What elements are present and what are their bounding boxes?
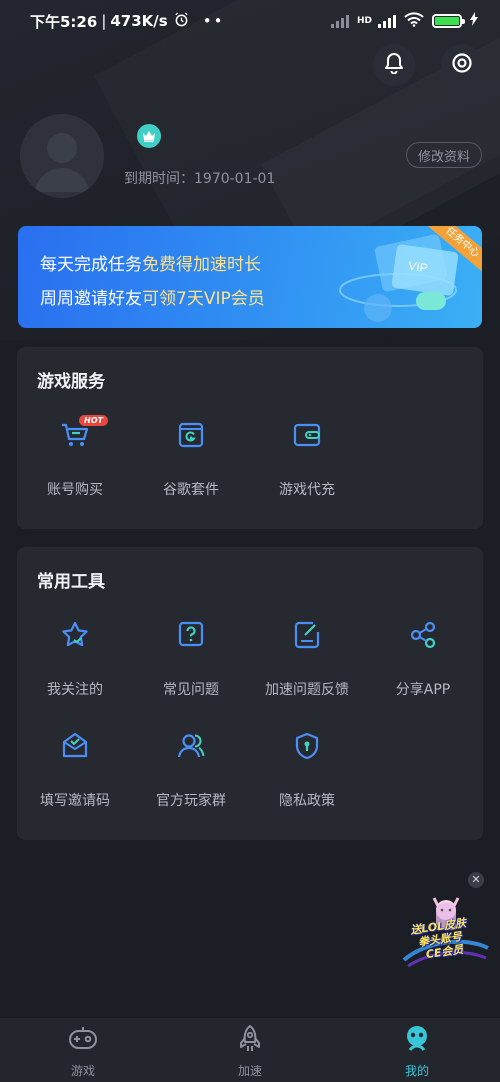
group-icon [176,731,206,765]
wallet-icon [292,422,322,452]
banner-line-1: 每天完成任务免费得加速时长 [40,250,261,275]
google-suite-icon [177,421,205,453]
common-tools-card: 常用工具 我关注的 常见问题 加速问题反馈 分享APP 填写邀请码 官方玩家群 … [17,547,483,840]
my-follows-label: 我关注的 [47,682,103,698]
invite-code-item[interactable]: 填写邀请码 [17,732,133,810]
nav-games-label: 游戏 [70,1064,95,1078]
banner-line-1-highlight: 免费得加速时长 [142,255,261,275]
feedback-item[interactable]: 加速问题反馈 [249,621,365,699]
network-speed: 473K/s [110,12,168,30]
game-recharge-item[interactable]: 游戏代充 [249,421,365,499]
status-bar: 下午5:26 | 473K/s •• HD [0,0,500,42]
expire-date: 到期时间：1970-01-01 [124,171,276,187]
account-purchase-label: 账号购买 [47,482,103,498]
nav-accelerate-label: 加速 [237,1064,262,1078]
question-icon [177,620,205,654]
profile-icon [401,1024,433,1058]
target-icon [451,52,473,78]
hd-icon: HD [356,16,372,26]
feedback-label: 加速问题反馈 [265,682,349,698]
nav-accelerate[interactable]: 加速 [210,1024,290,1079]
game-services-title: 游戏服务 [37,372,105,392]
nav-games[interactable]: 游戏 [43,1024,123,1079]
avatar[interactable] [20,114,104,198]
edit-profile-button[interactable]: 修改资料 [406,142,482,168]
wifi-icon [404,11,424,31]
hot-badge: HOT [79,415,108,426]
alarm-icon [174,11,189,31]
bell-icon [384,52,404,78]
share-app-label: 分享APP [395,682,451,698]
star-icon [60,620,90,654]
share-icon [408,620,438,654]
charging-icon [470,12,478,30]
default-avatar-icon [34,133,90,192]
signal-icon-sim1 [330,14,349,28]
game-services-card: 游戏服务 HOT 账号购买 谷歌套件 游戏代充 [17,347,483,529]
promo-close-button[interactable]: ✕ [468,872,484,888]
floating-promo[interactable]: ✕ 送LOL皮肤 拳头账号 CE会员 [398,870,494,970]
crown-icon [142,127,156,146]
gamepad-icon [67,1024,99,1058]
status-time: 下午5:26 [30,12,98,31]
google-suite-label: 谷歌套件 [163,482,219,498]
faq-label: 常见问题 [163,682,219,698]
vip-illustration-text: VIP [407,259,428,276]
account-purchase-item[interactable]: HOT 账号购买 [17,415,133,499]
battery-icon [432,14,465,28]
feedback-icon [293,620,321,654]
settings-button[interactable] [441,44,483,86]
promo-text: 送LOL皮肤 拳头账号 CE会员 [410,916,471,962]
banner-line-2: 周周邀请好友可领7天VIP会员 [40,284,265,309]
nav-mine-label: 我的 [404,1064,429,1078]
faq-item[interactable]: 常见问题 [133,621,249,699]
status-separator: | [101,12,107,30]
bottom-nav: 游戏 加速 我的 [0,1018,500,1082]
signal-icon-sim2 [378,14,396,28]
privacy-shield-icon [293,731,321,765]
banner-line-1-prefix: 每天完成任务 [40,255,142,275]
notification-button[interactable] [373,44,415,86]
nav-mine[interactable]: 我的 [377,1024,457,1079]
invite-code-label: 填写邀请码 [40,793,110,809]
game-recharge-label: 游戏代充 [279,482,335,498]
privacy-policy-label: 隐私政策 [279,793,335,809]
vip-badge [137,124,161,148]
player-group-label: 官方玩家群 [156,793,226,809]
google-suite-item[interactable]: 谷歌套件 [133,421,249,499]
common-tools-title: 常用工具 [37,572,105,592]
more-notifications-icon: •• [202,12,225,30]
invite-mail-icon [60,731,90,765]
privacy-policy-item[interactable]: 隐私政策 [249,732,365,810]
vip-card-illustration: VIP [338,232,468,328]
banner-line-2-prefix: 周周邀请好友 [40,289,142,309]
share-app-item[interactable]: 分享APP [365,621,481,699]
banner-line-2-highlight: 可领7天VIP会员 [142,289,265,309]
rocket-icon [234,1024,266,1058]
player-group-item[interactable]: 官方玩家群 [133,732,249,810]
task-center-banner[interactable]: 每天完成任务免费得加速时长 周周邀请好友可领7天VIP会员 VIP 任务中心 [18,226,482,328]
my-follows-item[interactable]: 我关注的 [17,621,133,699]
